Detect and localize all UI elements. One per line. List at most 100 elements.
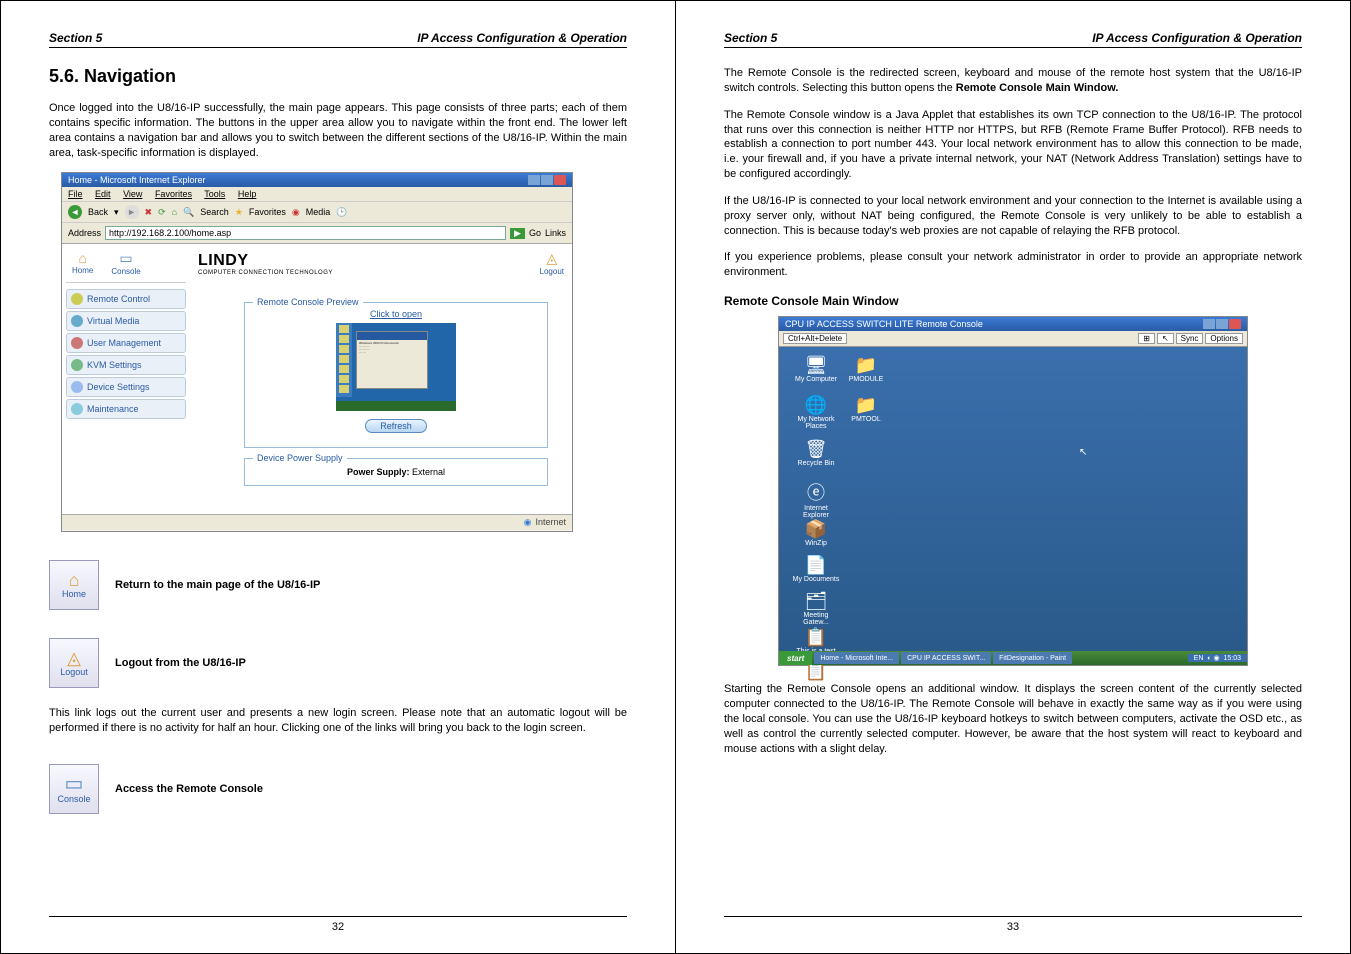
go-button: ▶ xyxy=(510,228,525,239)
start-button: start xyxy=(779,651,812,665)
logout-icon-row: ◬ Logout Logout from the U8/16-IP xyxy=(49,638,627,688)
logout-icon: ◬ xyxy=(67,649,81,667)
menu-tools: Tools xyxy=(204,189,225,199)
home-icon: ⌂ xyxy=(172,207,177,217)
home-icon: ⌂ xyxy=(69,571,80,589)
main-area: LINDYCOMPUTER CONNECTION TECHNOLOGY ◬Log… xyxy=(190,244,572,514)
para1: The Remote Console is the redirected scr… xyxy=(724,66,1302,96)
windows-taskbar: start Home - Microsoft Inte... CPU IP AC… xyxy=(779,651,1247,665)
page-header: Section 5 IP Access Configuration & Oper… xyxy=(49,31,627,48)
device-power-supply-panel: Device Power Supply Power Supply: Extern… xyxy=(244,458,548,486)
history-icon: 🕒 xyxy=(336,207,347,218)
desktop-icon: 📄My Documents xyxy=(791,555,841,583)
remote-console-preview-panel: Remote Console Preview Click to open Win… xyxy=(244,302,548,448)
brand-logo: LINDYCOMPUTER CONNECTION TECHNOLOGY xyxy=(190,244,572,276)
menu-favorites: Favorites xyxy=(155,189,192,199)
intro-paragraph: Once logged into the U8/16-IP successful… xyxy=(49,101,627,160)
console-description: Access the Remote Console xyxy=(115,783,263,795)
nav-kvm-settings: KVM Settings xyxy=(66,355,186,375)
para4: If you experience problems, please consu… xyxy=(724,250,1302,280)
desktop-icon: 📋test2 xyxy=(791,661,841,689)
console-icon-row: ▭ Console Access the Remote Console xyxy=(49,764,627,814)
desktop-icon: 🗑Recycle Bin xyxy=(791,439,841,467)
page-right: Section 5 IP Access Configuration & Oper… xyxy=(676,1,1350,953)
para2: The Remote Console window is a Java Appl… xyxy=(724,108,1302,182)
doc-title: IP Access Configuration & Operation xyxy=(417,31,627,45)
desktop-icon: 📁PMTOOL xyxy=(841,395,891,423)
address-label: Address xyxy=(68,228,101,238)
go-label: Go xyxy=(529,228,541,238)
nav-maintenance: Maintenance xyxy=(66,399,186,419)
click-to-open-link: Click to open xyxy=(255,309,537,319)
links-label: Links xyxy=(545,228,566,238)
section-title: 5.6. Navigation xyxy=(49,66,627,87)
window-titlebar: Home - Microsoft Internet Explorer xyxy=(62,173,572,187)
logout-paragraph: This link logs out the current user and … xyxy=(49,706,627,736)
para5: Starting the Remote Console opens an add… xyxy=(724,682,1302,756)
home-button-graphic: ⌂ Home xyxy=(49,560,99,610)
desktop-icon: ⓔInternet Explorer xyxy=(791,479,841,519)
remote-console-toolbar: Ctrl+Alt+Delete ⊞ ↖ Sync Options xyxy=(779,331,1247,347)
logout-button-graphic: ◬ Logout xyxy=(49,638,99,688)
desktop-icon: 🖥My Computer xyxy=(791,355,841,383)
desktop-icon: 📁PMODULE xyxy=(841,355,891,383)
sync-button: Sync xyxy=(1176,333,1204,344)
preview-thumbnail: Windows 2000 Professional— — —— — —— — xyxy=(336,323,456,411)
home-link: ⌂Home xyxy=(72,250,93,276)
favorites-icon: ★ xyxy=(235,207,243,218)
section-label: Section 5 xyxy=(49,31,102,45)
para3: If the U8/16-IP is connected to your loc… xyxy=(724,194,1302,239)
cursor-icon: ↖ xyxy=(1157,333,1174,344)
search-icon: 🔍 xyxy=(183,207,194,218)
refresh-icon: ⟳ xyxy=(158,207,166,218)
taskbar-item: FitDesignation - Paint xyxy=(993,652,1072,664)
monitor-icon: ⊞ xyxy=(1138,333,1155,344)
logout-link: ◬Logout xyxy=(540,250,564,276)
page-number: 32 xyxy=(49,916,627,933)
menu-file: File xyxy=(68,189,83,199)
close-icon xyxy=(1229,319,1241,329)
desktop-icon: 🗂Meeting Gatew... xyxy=(791,591,841,626)
taskbar-item: CPU IP ACCESS SWIT... xyxy=(901,652,991,664)
home-description: Return to the main page of the U8/16-IP xyxy=(115,579,320,591)
back-label: Back xyxy=(88,207,108,217)
minimize-icon xyxy=(528,175,540,185)
maximize-icon xyxy=(1216,319,1228,329)
console-button-graphic: ▭ Console xyxy=(49,764,99,814)
screenshot-ie-home: Home - Microsoft Internet Explorer File … xyxy=(61,172,573,532)
close-icon xyxy=(554,175,566,185)
logout-icon: ◬ xyxy=(540,250,564,267)
home-icon-row: ⌂ Home Return to the main page of the U8… xyxy=(49,560,627,610)
page-body: ⌂Home ▭Console Remote Control Virtual Me… xyxy=(62,244,572,514)
window-buttons xyxy=(528,175,566,185)
ie-statusbar: ◉ Internet xyxy=(62,514,572,530)
page-left: Section 5 IP Access Configuration & Oper… xyxy=(1,1,676,953)
back-icon: ◄ xyxy=(68,205,82,219)
minimize-icon xyxy=(1203,319,1215,329)
console-icon: ▭ xyxy=(65,774,84,794)
desktop-icon: 📦WinZip xyxy=(791,519,841,547)
system-tray: EN ◐ ◉ 15:03 xyxy=(1188,654,1247,662)
two-page-spread: Section 5 IP Access Configuration & Oper… xyxy=(0,0,1351,954)
desktop-icon: 🌐My Network Places xyxy=(791,395,841,430)
menu-view: View xyxy=(123,189,142,199)
menu-help: Help xyxy=(238,189,257,199)
taskbar-item: Home - Microsoft Inte... xyxy=(814,652,899,664)
console-link: ▭Console xyxy=(111,250,140,276)
screenshot-remote-console: CPU IP ACCESS SWITCH LITE Remote Console… xyxy=(778,316,1248,666)
status-text: Internet xyxy=(535,517,566,528)
ie-menubar: File Edit View Favorites Tools Help xyxy=(62,187,572,202)
sidebar: ⌂Home ▭Console Remote Control Virtual Me… xyxy=(62,244,190,514)
page-header: Section 5 IP Access Configuration & Oper… xyxy=(724,31,1302,48)
options-button: Options xyxy=(1205,333,1243,344)
console-icon: ▭ xyxy=(111,250,140,267)
internet-icon: ◉ xyxy=(524,517,532,528)
stop-icon: ✖ xyxy=(145,207,153,218)
nav-virtual-media: Virtual Media xyxy=(66,311,186,331)
forward-icon: ► xyxy=(125,205,139,219)
section-label: Section 5 xyxy=(724,31,777,45)
refresh-button: Refresh xyxy=(365,419,427,433)
logout-description: Logout from the U8/16-IP xyxy=(115,657,246,669)
ie-addressbar: Address ▶ Go Links xyxy=(62,223,572,244)
window-title: Home - Microsoft Internet Explorer xyxy=(68,175,206,185)
